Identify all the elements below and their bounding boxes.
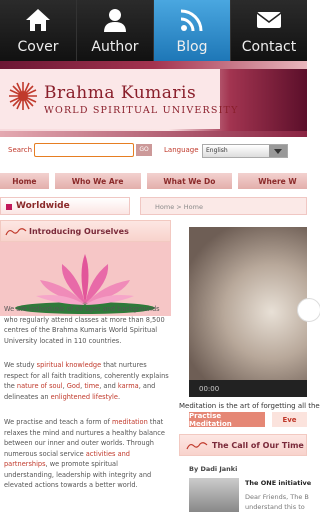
tab-cover[interactable]: Cover: [0, 0, 77, 61]
intro-paragraph-1: We are individuals of all ages and backg…: [4, 305, 165, 345]
play-button[interactable]: [297, 298, 320, 322]
sun-logo-icon[interactable]: [8, 81, 38, 111]
brand-title[interactable]: Brahma Kumaris: [44, 83, 196, 103]
call-author: By Dadi Janki: [189, 465, 238, 473]
chevron-down-icon: [269, 145, 287, 157]
call-header: The Call of Our Time: [179, 434, 307, 456]
author-photo: [189, 478, 239, 512]
tab-author[interactable]: Author: [77, 0, 154, 61]
tab-blog[interactable]: Blog: [154, 0, 231, 61]
language-label: Language: [164, 146, 199, 154]
brand-subtitle: WORLD SPIRITUAL UNIVERSITY: [44, 105, 239, 116]
tab-events[interactable]: Eve: [272, 412, 307, 427]
video-player[interactable]: [189, 227, 307, 397]
section-bar: Worldwide Home > Home: [0, 197, 307, 217]
nav-who-we-are[interactable]: Who We Are: [54, 173, 141, 189]
banner-stripe-bottom: [0, 131, 307, 137]
square-bullet-icon: [6, 204, 12, 210]
intro-panel: Introducing Ourselves We are individuals…: [0, 220, 171, 512]
section-title-box: Worldwide: [0, 197, 130, 215]
header-banner: Brahma Kumaris WORLD SPIRITUAL UNIVERSIT…: [0, 61, 307, 137]
tab-contact[interactable]: Contact: [231, 0, 307, 61]
tab-blog-label: Blog: [176, 39, 208, 55]
call-body: Dear Friends, The Bunderstand this to: [245, 493, 309, 511]
nav-where-we[interactable]: Where W: [238, 173, 307, 189]
tab-cover-label: Cover: [17, 39, 59, 55]
call-headline[interactable]: The ONE initiative: [245, 479, 311, 487]
link-spiritual-knowledge[interactable]: spiritual knowledge: [37, 361, 101, 369]
tab-practise-meditation[interactable]: Practise Meditation: [189, 412, 265, 428]
swirl-ornament-icon: [186, 442, 208, 450]
call-title: The Call of Our Time: [212, 441, 304, 450]
link-time[interactable]: time: [84, 382, 99, 390]
link-enlightened-lifestyle[interactable]: enlightened lifestyle: [51, 393, 118, 401]
search-label: Search: [8, 146, 33, 154]
person-icon: [104, 9, 126, 32]
section-title: Worldwide: [16, 201, 70, 211]
link-karma[interactable]: karma: [118, 382, 139, 390]
video-time: 00:00: [199, 385, 220, 393]
home-icon: [26, 9, 50, 31]
top-tab-bar: Cover Author Blog Contact: [0, 0, 307, 61]
intro-title: Introducing Ourselves: [29, 227, 129, 236]
tab-contact-label: Contact: [241, 39, 297, 55]
rss-icon: [180, 9, 203, 32]
link-nature-of-soul[interactable]: nature of soul: [17, 382, 63, 390]
search-input[interactable]: [34, 143, 134, 157]
link-meditation[interactable]: meditation: [112, 418, 148, 426]
language-value: English: [206, 147, 228, 154]
link-god[interactable]: God: [67, 382, 80, 390]
breadcrumb-text[interactable]: Home > Home: [155, 203, 203, 211]
mail-icon: [256, 12, 282, 28]
go-button[interactable]: GO: [136, 144, 152, 156]
swirl-ornament-icon: [5, 228, 27, 236]
nav-what-we-do[interactable]: What We Do: [146, 173, 233, 189]
banner-stripe: [0, 61, 307, 69]
nav-home[interactable]: Home: [0, 173, 49, 189]
language-select[interactable]: English: [202, 144, 288, 158]
video-controls[interactable]: 00:00: [189, 380, 307, 397]
intro-header: Introducing Ourselves: [0, 220, 171, 242]
intro-paragraph-3: We practise and teach a form of meditati…: [4, 418, 165, 489]
breadcrumb: Home > Home: [140, 197, 307, 215]
tab-author-label: Author: [91, 39, 139, 55]
main-nav: Home Who We Are What We Do Where W: [0, 173, 307, 189]
video-caption: Meditation is the art of forgetting all …: [179, 402, 320, 410]
intro-paragraph-2: We study spiritual knowledge that nurtur…: [4, 361, 169, 401]
search-row: Search GO Language English: [0, 141, 307, 161]
